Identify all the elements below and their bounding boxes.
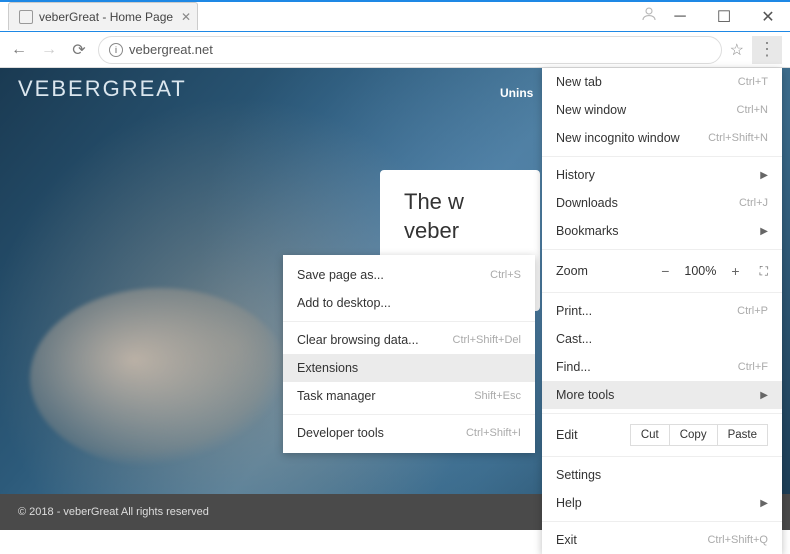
menu-separator — [283, 414, 535, 415]
chevron-right-icon: ▶ — [760, 498, 768, 509]
address-bar[interactable]: i vebergreat.net — [98, 36, 722, 64]
zoom-label: Zoom — [556, 264, 588, 278]
close-window-button[interactable]: ✕ — [746, 2, 790, 32]
zoom-value: 100% — [683, 264, 717, 278]
page-nav-link[interactable]: Unins — [500, 86, 533, 100]
forward-button[interactable]: → — [38, 41, 60, 59]
menu-separator — [542, 413, 782, 414]
fullscreen-icon[interactable]: ⛶ — [760, 264, 768, 279]
menu-bookmarks[interactable]: Bookmarks▶ — [542, 217, 782, 245]
hero-image — [30, 288, 290, 468]
site-logo: VEBERGREAT — [18, 76, 187, 102]
menu-new-incognito[interactable]: New incognito windowCtrl+Shift+N — [542, 124, 782, 152]
menu-separator — [542, 156, 782, 157]
chrome-menu: New tabCtrl+T New windowCtrl+N New incog… — [542, 68, 782, 554]
menu-separator — [542, 456, 782, 457]
account-icon[interactable] — [640, 5, 658, 28]
tab-strip: veberGreat - Home Page ✕ — [8, 2, 198, 30]
submenu-clear-data[interactable]: Clear browsing data...Ctrl+Shift+Del — [283, 326, 535, 354]
menu-settings[interactable]: Settings — [542, 461, 782, 489]
menu-find[interactable]: Find...Ctrl+F — [542, 353, 782, 381]
submenu-add-desktop[interactable]: Add to desktop... — [283, 289, 535, 317]
bookmark-star-icon[interactable]: ☆ — [730, 40, 744, 60]
chrome-menu-button[interactable]: ⋮ — [752, 36, 782, 64]
menu-separator — [542, 249, 782, 250]
site-info-icon[interactable]: i — [109, 43, 123, 57]
browser-tab[interactable]: veberGreat - Home Page ✕ — [8, 2, 198, 30]
menu-history[interactable]: History▶ — [542, 161, 782, 189]
menu-print[interactable]: Print...Ctrl+P — [542, 297, 782, 325]
menu-separator — [542, 521, 782, 522]
back-button[interactable]: ← — [8, 41, 30, 59]
submenu-task-manager[interactable]: Task managerShift+Esc — [283, 382, 535, 410]
zoom-in-button[interactable]: + — [731, 263, 739, 279]
edit-label: Edit — [556, 428, 578, 442]
browser-toolbar: ← → ⟳ i vebergreat.net ☆ ⋮ — [0, 32, 790, 68]
copyright-text: © 2018 - veberGreat All rights reserved — [18, 506, 209, 518]
menu-new-tab[interactable]: New tabCtrl+T — [542, 68, 782, 96]
paste-button[interactable]: Paste — [717, 424, 768, 446]
menu-more-tools[interactable]: More tools▶ — [542, 381, 782, 409]
tab-title: veberGreat - Home Page — [39, 10, 173, 24]
favicon-icon — [19, 10, 33, 24]
maximize-button[interactable]: ☐ — [702, 2, 746, 32]
url-text: vebergreat.net — [129, 42, 213, 57]
reload-button[interactable]: ⟳ — [68, 40, 90, 60]
menu-exit[interactable]: ExitCtrl+Shift+Q — [542, 526, 782, 554]
minimize-button[interactable]: ─ — [658, 2, 702, 32]
cut-button[interactable]: Cut — [630, 424, 670, 446]
menu-separator — [283, 321, 535, 322]
menu-cast[interactable]: Cast... — [542, 325, 782, 353]
menu-help[interactable]: Help▶ — [542, 489, 782, 517]
chevron-right-icon: ▶ — [760, 226, 768, 237]
menu-edit: Edit Cut Copy Paste — [542, 418, 782, 452]
chevron-right-icon: ▶ — [760, 390, 768, 401]
copy-button[interactable]: Copy — [669, 424, 718, 446]
hero-heading: The wveber — [404, 188, 516, 245]
chevron-right-icon: ▶ — [760, 170, 768, 181]
zoom-out-button[interactable]: − — [661, 263, 669, 279]
menu-separator — [542, 292, 782, 293]
menu-downloads[interactable]: DownloadsCtrl+J — [542, 189, 782, 217]
submenu-dev-tools[interactable]: Developer toolsCtrl+Shift+I — [283, 419, 535, 447]
tab-close-button[interactable]: ✕ — [181, 10, 191, 24]
more-tools-submenu: Save page as...Ctrl+S Add to desktop... … — [283, 255, 535, 453]
menu-new-window[interactable]: New windowCtrl+N — [542, 96, 782, 124]
submenu-save-page[interactable]: Save page as...Ctrl+S — [283, 261, 535, 289]
menu-zoom: Zoom − 100% + ⛶ — [542, 254, 782, 288]
submenu-extensions[interactable]: Extensions — [283, 354, 535, 382]
